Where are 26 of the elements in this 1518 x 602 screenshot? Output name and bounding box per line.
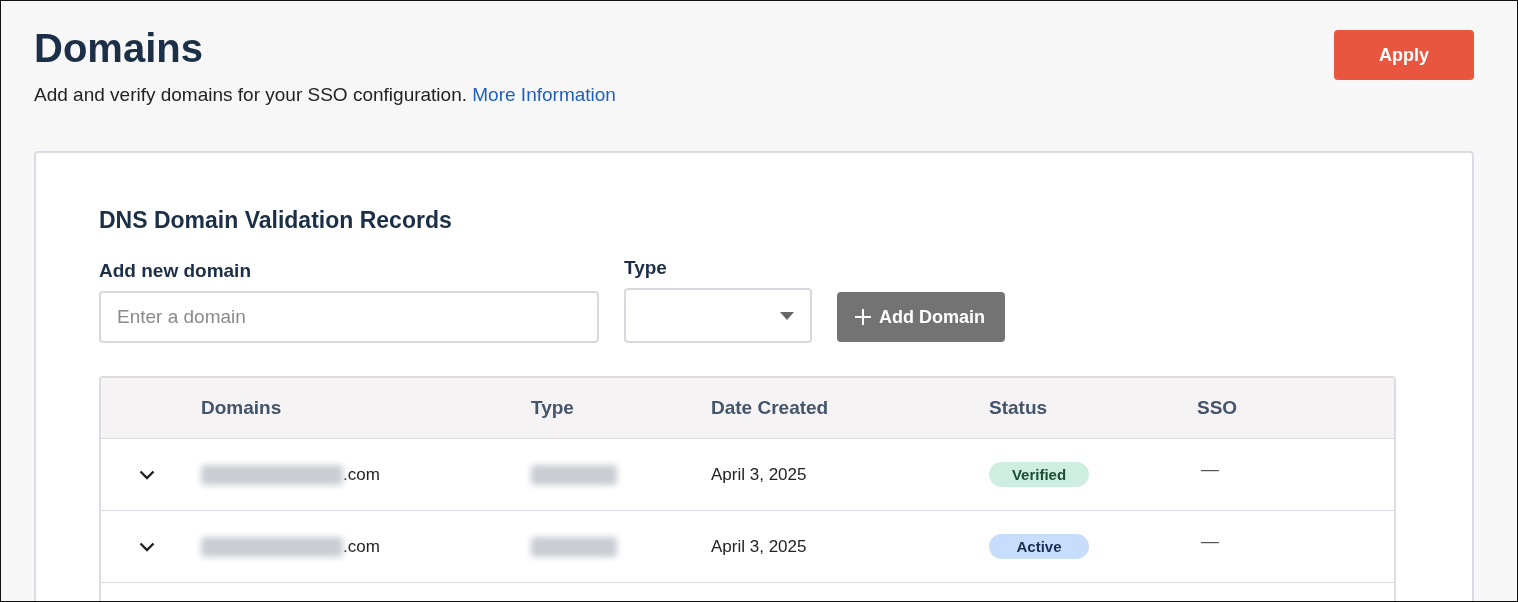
domain-name: .com xyxy=(343,536,380,557)
column-header: Domains xyxy=(201,397,283,419)
column-header: SSO xyxy=(1197,397,1239,419)
column-header: Type xyxy=(531,397,575,419)
apply-button[interactable]: Apply xyxy=(1334,30,1474,80)
add-domain-button[interactable]: Add Domain xyxy=(837,292,1005,342)
column-header: Status xyxy=(989,397,1049,419)
status-badge: Active xyxy=(989,534,1089,559)
plus-icon xyxy=(855,309,871,325)
caret-icon xyxy=(780,311,794,320)
column-header: Date Created xyxy=(711,397,830,419)
page-title: Domains xyxy=(34,25,204,71)
chevron-icon xyxy=(139,469,155,480)
page-description: Add and verify domains for your SSO configuration. More Information xyxy=(34,83,616,107)
domain-name: .com xyxy=(343,464,380,485)
date-cell-text: April 3, 2025 xyxy=(711,464,808,485)
status-badge: Verified xyxy=(989,462,1089,487)
domain-input-field[interactable]: Enter a domain xyxy=(99,291,599,343)
sso-value: — xyxy=(1201,459,1219,480)
sso-value: — xyxy=(1201,531,1219,552)
chevron-icon xyxy=(139,541,155,552)
section-title: DNS Domain Validation Records xyxy=(99,206,453,235)
more-information-link[interactable]: More Information xyxy=(472,84,616,105)
field-label: Add new domain xyxy=(99,260,252,282)
date-cell-text: April 3, 2025 xyxy=(711,536,808,557)
field-label: Type xyxy=(624,257,668,279)
